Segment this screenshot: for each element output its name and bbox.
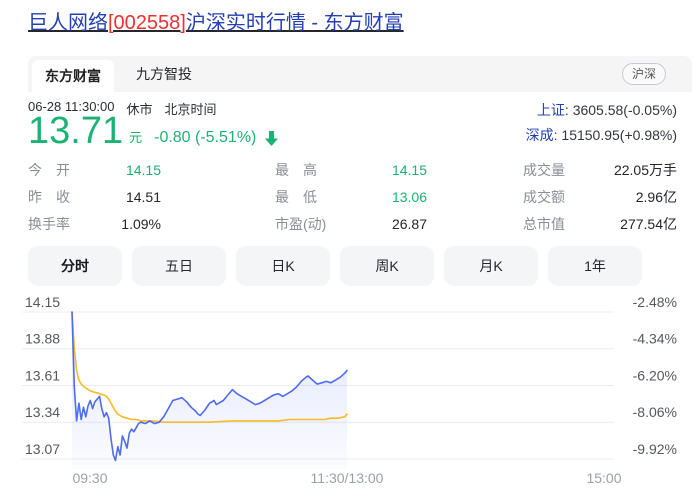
stat-turnover: 成交额 2.96亿 [523,183,677,210]
index-shenzhen-value: 15150.95(+0.98%) [561,127,677,143]
y-axis-percent-label: -8.06% [633,404,677,420]
current-price: 13.71 [28,112,123,150]
stock-code: [002558] [108,12,186,34]
range-tab-5day[interactable]: 五日 [132,246,226,286]
stat-market-cap: 总市值 277.54亿 [523,210,677,237]
stat-high: 最 高 14.15 [275,156,427,183]
y-axis-percent-label: -9.92% [633,441,677,457]
range-tab-monthly[interactable]: 月K [444,246,538,286]
title-rest: 沪深实时行情 - 东方财富 [186,12,404,34]
y-axis-price-label: 13.34 [25,404,60,420]
y-axis-price-label: 13.88 [25,331,60,347]
price-change: -0.80 (-5.51%) [154,129,256,147]
y-axis-price-label: 13.61 [25,367,60,383]
stats-column-2: 最 高 14.15 最 低 13.06 市盈(动) 26.87 [275,156,427,237]
provider-tab-strip: 东方财富 九方智投 沪深 [28,56,692,92]
y-axis-percent-label: -6.20% [633,367,677,383]
price-area-fill [72,312,347,470]
stats-column-1: 今 开 14.15 昨 收 14.51 换手率 1.09% [28,156,161,237]
stock-quote-widget: 巨人网络[002558]沪深实时行情 - 东方财富 东方财富 九方智投 沪深 0… [0,0,700,498]
range-tab-daily[interactable]: 日K [236,246,330,286]
stat-open: 今 开 14.15 [28,156,161,183]
range-tab-minute[interactable]: 分时 [28,246,122,286]
y-axis-percent-label: -2.48% [633,296,677,310]
price-row: 13.71 元 -0.80 (-5.51%) [28,111,279,150]
range-tab-weekly[interactable]: 周K [340,246,434,286]
range-tab-1year[interactable]: 1年 [548,246,642,286]
y-axis-price-label: 13.07 [25,441,60,457]
y-axis-percent-label: -4.34% [633,331,677,347]
stat-prev-close: 昨 收 14.51 [28,183,161,210]
minute-chart[interactable]: 14.15 -2.48% 13.88 -4.34% 13.61 -6.20% 13.34 -8… [0,296,700,498]
stat-low: 最 低 13.06 [275,183,427,210]
page-title-link[interactable]: 巨人网络[002558]沪深实时行情 - 东方财富 [28,10,404,37]
stat-volume: 成交量 22.05万手 [523,156,677,183]
index-shanghai[interactable]: 上证: 3605.58(-0.05%) [526,98,677,123]
price-unit: 元 [129,127,142,146]
index-shanghai-value: 3605.58(-0.05%) [573,102,677,118]
index-shenzhen[interactable]: 深成: 15150.95(+0.98%) [526,123,677,148]
x-axis-time-label: 09:30 [72,470,107,486]
market-badge: 沪深 [622,63,666,85]
tab-dongfang-caifu[interactable]: 东方财富 [32,60,114,92]
index-shanghai-label: 上证 [537,102,565,118]
x-axis-time-label: 11:30/13:00 [311,470,384,486]
chart-range-tabs: 分时 五日 日K 周K 月K 1年 [28,246,642,286]
y-axis-price-label: 14.15 [25,296,60,310]
stats-column-3: 成交量 22.05万手 成交额 2.96亿 总市值 277.54亿 [523,156,677,237]
index-quotes: 上证: 3605.58(-0.05%) 深成: 15150.95(+0.98%) [526,98,677,148]
x-axis-time-label: 15:00 [586,470,621,486]
down-arrow-icon [264,130,279,147]
index-shenzhen-label: 深成 [526,127,554,143]
stock-name: 巨人网络 [28,12,108,34]
stat-turnover-rate: 换手率 1.09% [28,210,161,237]
tab-jiufang-zhitou[interactable]: 九方智投 [136,56,192,92]
stat-pe-ratio: 市盈(动) 26.87 [275,210,427,237]
